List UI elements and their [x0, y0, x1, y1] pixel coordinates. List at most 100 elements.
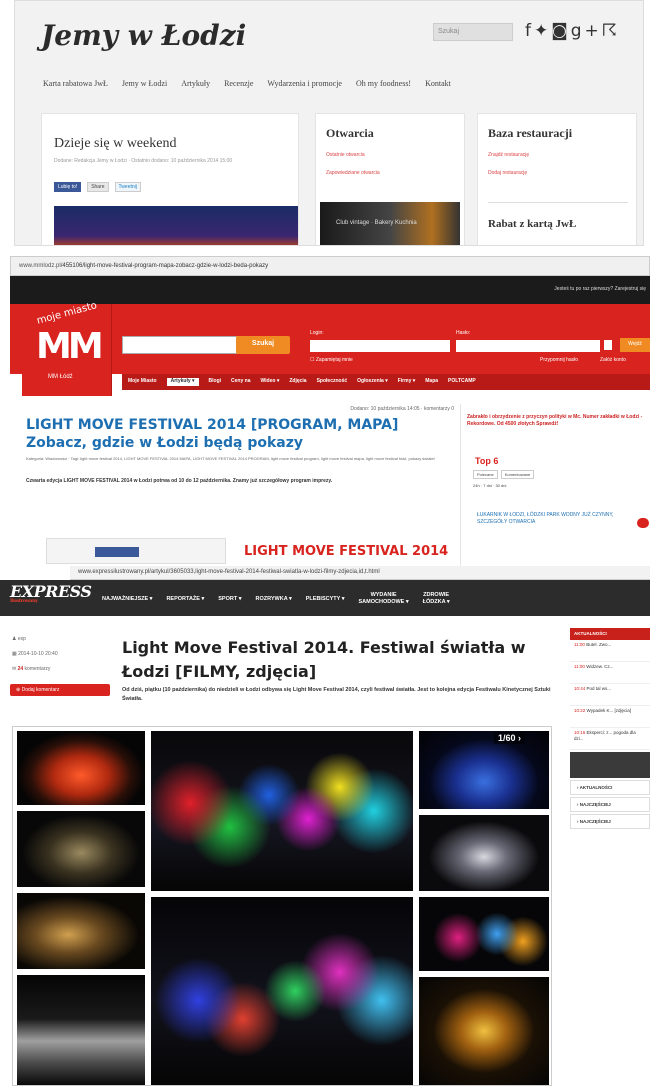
news-item[interactable]: 10:16 Eksperci: z... pogoda dla dzi... [570, 728, 650, 750]
restaurants-card: Baza restauracji Znajdź restaurację Doda… [477, 113, 637, 245]
nav-item[interactable]: Jemy w Łodzi [122, 79, 167, 88]
site-logo[interactable]: Jemy w Łodzi [41, 19, 246, 52]
sidebar-link[interactable]: › NAJCZĘŚCIEJ [570, 797, 650, 812]
logo-mm: MM [36, 326, 104, 367]
openings-image[interactable]: Club vintage · Bakery Kuchnia [320, 202, 460, 245]
menu-item[interactable]: Społeczność [317, 378, 348, 386]
gallery-thumb[interactable] [419, 731, 549, 809]
menu-line: ZDROWIE [423, 592, 450, 598]
gallery-thumb[interactable] [17, 811, 145, 887]
gallery-thumb[interactable] [419, 977, 549, 1085]
address-bar[interactable]: www.mmlodz.pl/455106/light-move-festival… [10, 256, 650, 276]
facebook-share-button[interactable] [95, 547, 139, 557]
news-item[interactable]: 11:00 Widzew. Cz... [570, 662, 650, 684]
menu-item[interactable]: Moje Miasto [128, 378, 157, 386]
site-logo[interactable]: moje miasto MM MM Łódź [22, 300, 112, 396]
sidebar-link[interactable]: › NAJCZĘŚCIEJ [570, 814, 650, 829]
rss-icon[interactable]: ☈ [602, 21, 620, 41]
gallery-counter[interactable]: 1/60 › [494, 732, 526, 744]
add-comment-button[interactable]: ⊕ Dodaj komentarz [10, 684, 110, 696]
top-article-link[interactable]: ŁUKARNIK W ŁODZI, ŁÓDZKI PARK WODNY JUŻ … [477, 512, 627, 526]
like-button[interactable]: Lubię to! [54, 182, 82, 192]
menu-item-active[interactable]: Artykuły ▾ [166, 378, 199, 386]
menu-item[interactable]: Blogi [209, 378, 222, 386]
menu-item[interactable]: WYDANIE SAMOCHODOWE ▾ [359, 592, 409, 606]
next-article-title[interactable]: LIGHT MOVE FESTIVAL 2014 [244, 544, 448, 559]
nav-item[interactable]: Kontakt [425, 79, 451, 88]
gallery-thumb[interactable] [17, 975, 145, 1085]
nav-item[interactable]: Karta rabatowa JwŁ [43, 79, 108, 88]
nav-item[interactable]: Recenzje [224, 79, 253, 88]
nav-item[interactable]: Oh my foodness! [356, 79, 411, 88]
jemy-w-lodzi-page: Jemy w Łodzi Szukaj f✦◙g+☈ Karta rabatow… [14, 0, 644, 246]
share-button[interactable]: Share [87, 182, 109, 192]
weekend-card: Dzieje się w weekend Dodane: Redakcja Je… [41, 113, 299, 245]
weekend-image[interactable] [54, 206, 298, 245]
menu-item[interactable]: POLTCAMP [448, 378, 476, 386]
comment-bubble-icon [637, 518, 649, 528]
card-link[interactable]: Dodaj restaurację [488, 170, 527, 176]
card-title[interactable]: Baza restauracji [488, 126, 572, 141]
card-title[interactable]: Dzieje się w weekend [54, 136, 176, 152]
news-item[interactable]: 11:00 Butel. Zwo... [570, 640, 650, 662]
collage: Jemy w Łodzi Szukaj f✦◙g+☈ Karta rabatow… [0, 0, 650, 1086]
gallery-thumb[interactable] [17, 731, 145, 805]
menu-item[interactable]: PLEBISCYTY ▾ [306, 596, 345, 606]
nav-item[interactable]: Artykuły [181, 79, 210, 88]
tab-polecane[interactable]: Polecane [473, 470, 498, 479]
card-link[interactable]: Zapowiedziane otwarcia [326, 170, 380, 176]
menu-item[interactable]: ROZRYWKA ▾ [256, 596, 292, 606]
facebook-icon[interactable]: f [525, 21, 534, 41]
menu-item[interactable]: SPORT ▾ [218, 596, 241, 606]
time-filter[interactable]: 24h · 7 dni · 30 dni [473, 483, 537, 488]
forgot-link[interactable]: Przypomnij hasło [540, 357, 578, 363]
gallery-thumb[interactable] [419, 815, 549, 891]
share-buttons: Lubię to! Share Tweetnij [54, 182, 141, 192]
nav-item[interactable]: Wydarzenia i promocje [267, 79, 342, 88]
site-logo[interactable]: EXPRESS Ilustrowany [10, 582, 92, 608]
menu-item[interactable]: Wideo ▾ [260, 378, 279, 386]
remember-checkbox[interactable]: ☐ Zapamiętaj mnie [310, 357, 353, 363]
card-title[interactable]: Otwarcia [326, 126, 374, 141]
menu-item[interactable]: Mapa [425, 378, 438, 386]
news-item[interactable]: 10:22 Wypadek K... [zdjęcia] [570, 706, 650, 728]
gallery-main-image[interactable] [151, 897, 413, 1085]
menu-item[interactable]: Ogłoszenia ▾ [357, 378, 388, 386]
twitter-icon[interactable]: ✦ [534, 21, 551, 41]
login-field[interactable] [310, 340, 450, 352]
search-input[interactable]: Szukaj [433, 23, 513, 41]
menu-item[interactable]: NAJWAŻNIEJSZE ▾ [102, 596, 152, 606]
login-label: Login: [310, 330, 324, 336]
gallery-thumb[interactable] [419, 897, 549, 971]
comments[interactable]: ✉ 24 komentarzy [12, 666, 112, 672]
share-box [46, 538, 226, 564]
address-bar[interactable]: www.expressilustrowany.pl/artykul/360503… [70, 566, 650, 580]
card-title[interactable]: Rabat z kartą JwŁ [488, 218, 576, 230]
instagram-icon[interactable]: ◙ [551, 21, 571, 41]
search-button[interactable]: Szukaj [236, 336, 290, 354]
password-field[interactable] [456, 340, 600, 352]
menu-item[interactable]: Firmy ▾ [398, 378, 416, 386]
google-plus-icon[interactable]: g+ [571, 21, 602, 41]
tweet-button[interactable]: Tweetnij [114, 182, 141, 192]
gallery-thumb[interactable] [17, 893, 145, 969]
menu-item[interactable]: REPORTAŻE ▾ [166, 596, 204, 606]
card-link[interactable]: Znajdź restaurację [488, 152, 529, 158]
card-link[interactable]: Ostatnie otwarcia [326, 152, 365, 158]
promo-link[interactable]: Zabrakło i obrzydzenie z przyczyn polity… [467, 414, 647, 428]
gallery-main-image[interactable] [151, 731, 413, 891]
register-prompt[interactable]: Jesteś tu po raz pierwszy? Zarejestruj s… [554, 286, 646, 292]
login-button[interactable]: Wejdź [620, 338, 650, 352]
menu-item[interactable]: Ceny na [231, 378, 250, 386]
ad-slot [570, 752, 650, 778]
author: ♟ exp [12, 636, 26, 642]
search-input[interactable] [122, 336, 242, 354]
sidebar-link[interactable]: › AKTUALNOŚCI [570, 780, 650, 795]
tab-komentowane[interactable]: Komentowane [500, 470, 535, 479]
news-item[interactable]: 10:44 Pod tal ws... [570, 684, 650, 706]
password-label: Hasło: [456, 330, 471, 336]
menu-item[interactable]: Zdjęcia [289, 378, 306, 386]
register-link[interactable]: Załóż konto [600, 357, 626, 363]
article-title[interactable]: LIGHT MOVE FESTIVAL 2014 [PROGRAM, MAPA]… [26, 416, 446, 452]
menu-item[interactable]: ZDROWIE ŁÓDZKA ▾ [423, 592, 450, 606]
